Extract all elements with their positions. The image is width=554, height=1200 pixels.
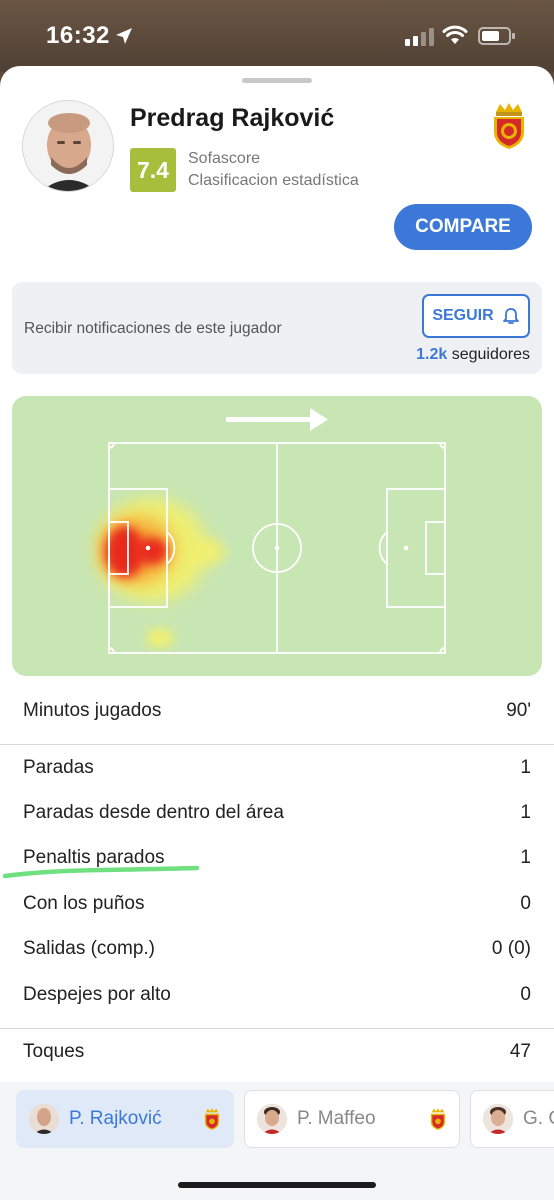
stat-row-minutes: Minutos jugados 90' bbox=[0, 691, 554, 731]
attack-direction-arrow-icon bbox=[226, 408, 328, 431]
heatmap-card bbox=[12, 396, 542, 676]
stat-label: Paradas bbox=[23, 757, 94, 778]
player-chip-name: P. Rajković bbox=[69, 1108, 162, 1129]
cellular-signal-icon bbox=[405, 28, 434, 46]
heat-zones bbox=[97, 498, 225, 648]
follow-card: Recibir notificaciones de este jugador S… bbox=[12, 282, 542, 374]
stat-row-saves-inside-box: Paradas desde dentro del área 1 bbox=[0, 793, 554, 833]
stat-row-punches: Con los puños 0 bbox=[0, 884, 554, 924]
club-crest-icon bbox=[430, 1108, 446, 1130]
player-avatar bbox=[483, 1104, 513, 1134]
pitch-heatmap bbox=[97, 408, 446, 654]
player-avatar bbox=[29, 1104, 59, 1134]
club-crest-icon bbox=[494, 103, 524, 149]
stat-row-saves: Paradas 1 bbox=[0, 748, 554, 788]
stat-value: 1 bbox=[520, 802, 531, 823]
stat-row-runs-out: Salidas (comp.) 0 (0) bbox=[0, 929, 554, 969]
player-chip-rajkovic[interactable]: P. Rajković bbox=[16, 1090, 234, 1148]
followers-count: 1.2k bbox=[416, 346, 448, 363]
stat-value: 0 bbox=[520, 984, 531, 1005]
wifi-icon bbox=[442, 25, 468, 44]
stats-divider bbox=[0, 744, 554, 745]
follow-button-label: SEGUIR bbox=[432, 307, 494, 324]
stat-label: Con los puños bbox=[23, 893, 145, 914]
rating-badge: 7.4 bbox=[130, 148, 176, 192]
stat-label: Paradas desde dentro del área bbox=[23, 802, 284, 823]
stat-value: 1 bbox=[520, 847, 531, 868]
follow-notification-text: Recibir notificaciones de este jugador bbox=[24, 320, 282, 337]
stats-divider bbox=[0, 1028, 554, 1029]
stat-label: Toques bbox=[23, 1041, 85, 1062]
follow-button[interactable]: SEGUIR bbox=[422, 294, 530, 338]
player-chip-name: P. Maffeo bbox=[297, 1108, 376, 1129]
player-name: Predrag Rajković bbox=[130, 104, 335, 132]
player-chip-g[interactable]: G. G bbox=[470, 1090, 554, 1148]
stat-value: 0 (0) bbox=[491, 938, 531, 959]
stat-label: Minutos jugados bbox=[23, 700, 162, 721]
player-chip-maffeo[interactable]: P. Maffeo bbox=[244, 1090, 460, 1148]
compare-button[interactable]: COMPARE bbox=[394, 204, 532, 250]
stat-value: 90' bbox=[506, 700, 531, 721]
stat-label: Despejes por alto bbox=[23, 984, 171, 1005]
stat-value: 0 bbox=[520, 893, 531, 914]
battery-icon bbox=[478, 27, 515, 45]
followers-label: seguidores bbox=[451, 346, 530, 363]
stat-row-touches: Toques 47 bbox=[0, 1032, 554, 1072]
player-chip-name: G. G bbox=[523, 1108, 554, 1129]
status-time: 16:32 bbox=[46, 22, 110, 49]
stat-label: Salidas (comp.) bbox=[23, 938, 155, 959]
rating-source: Sofascore bbox=[188, 150, 261, 167]
rating-description: Clasificacion estadística bbox=[188, 172, 359, 189]
bell-icon bbox=[502, 308, 519, 324]
highlight-underline bbox=[2, 865, 200, 879]
status-bar: 16:32 bbox=[0, 0, 554, 72]
stat-value: 1 bbox=[520, 757, 531, 778]
player-avatar bbox=[257, 1104, 287, 1134]
followers-info: 1.2k seguidores bbox=[416, 346, 530, 364]
club-crest-icon bbox=[204, 1108, 220, 1130]
sheet-grabber[interactable] bbox=[242, 78, 312, 83]
player-avatar bbox=[22, 100, 114, 192]
player-sheet: Predrag Rajković 7.4 Sofascore Clasifica… bbox=[0, 66, 554, 1200]
stat-row-high-claims: Despejes por alto 0 bbox=[0, 975, 554, 1015]
location-arrow-icon bbox=[116, 28, 132, 44]
home-indicator bbox=[178, 1182, 376, 1188]
stat-value: 47 bbox=[509, 1041, 531, 1062]
